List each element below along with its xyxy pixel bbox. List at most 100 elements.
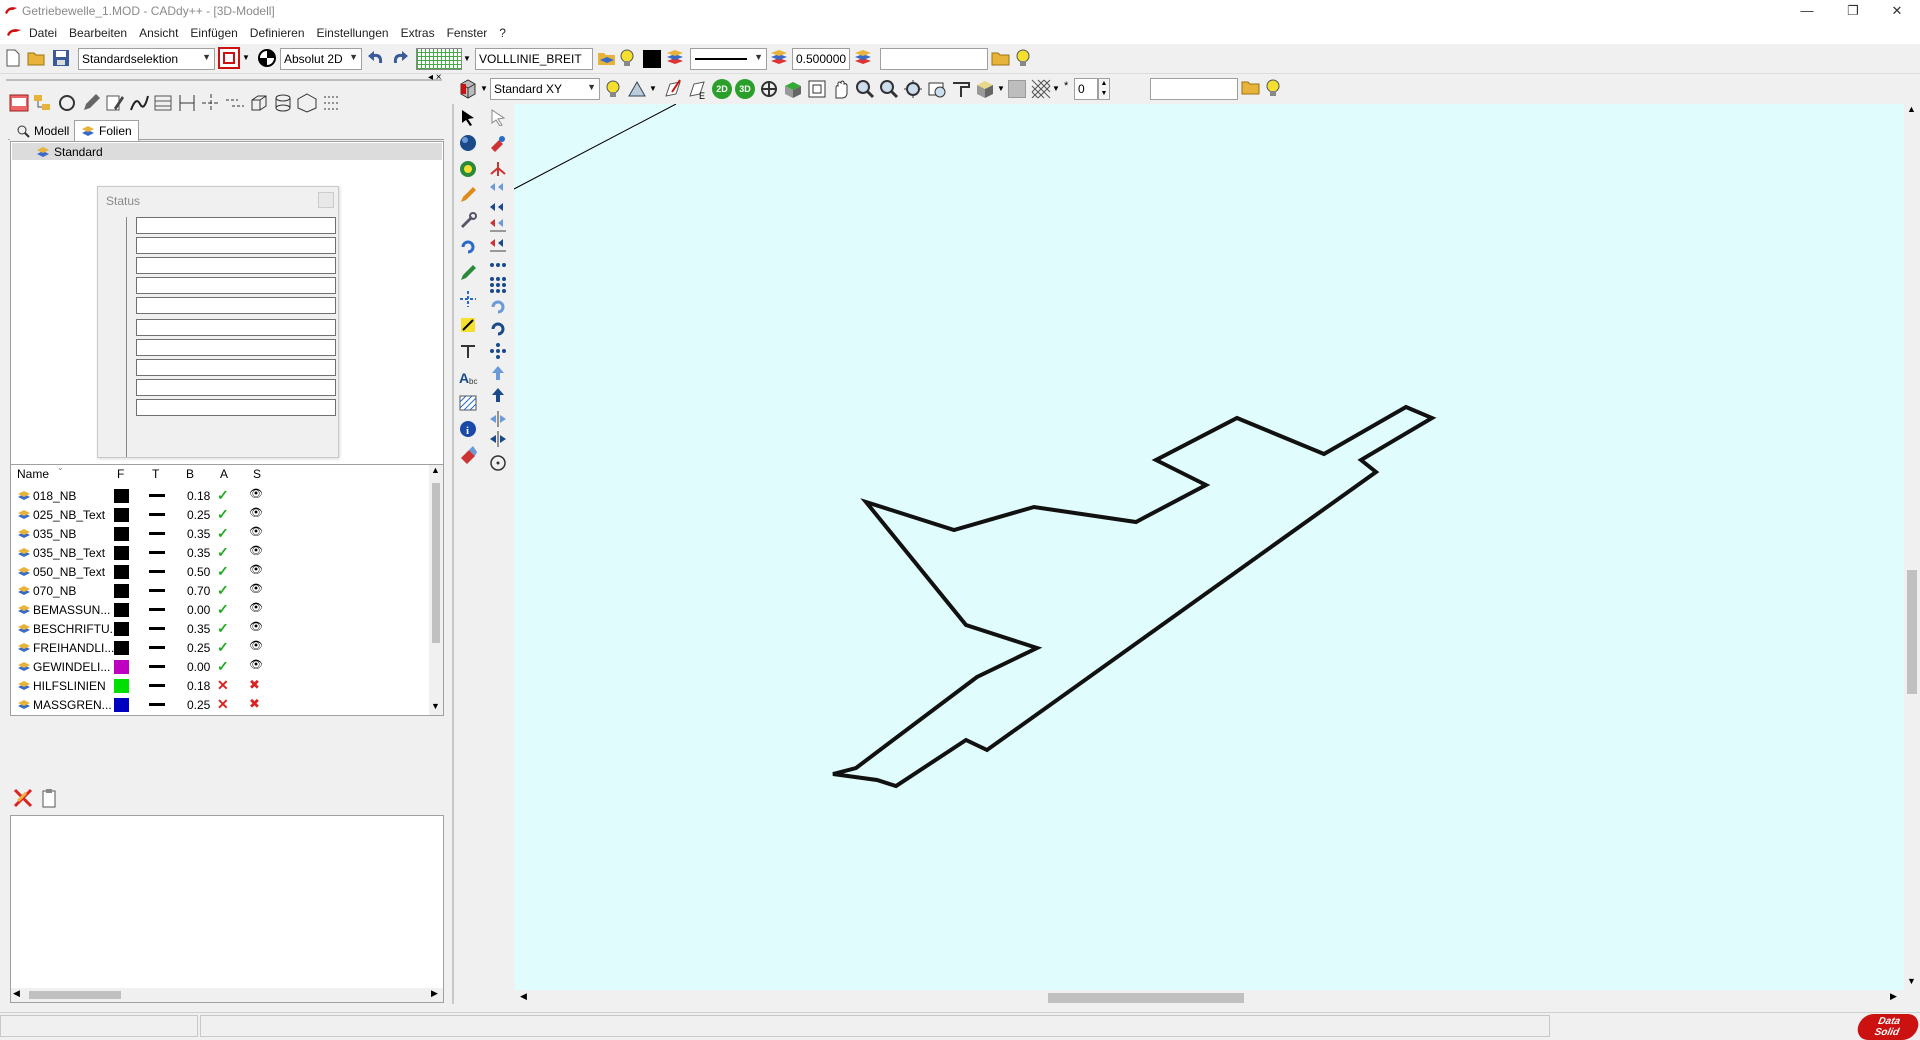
col-a-header[interactable]: A [220,467,228,481]
layer-width[interactable]: 0.70 [187,584,210,598]
restore-button[interactable]: ❐ [1830,0,1876,22]
mirror-copy-tool[interactable] [487,428,509,450]
panel-pin-icon[interactable]: ◂ × [428,72,442,83]
layer-linetype[interactable] [149,551,165,554]
col-t-header[interactable]: T [152,467,159,481]
layer-linetype[interactable] [149,589,165,592]
visible-eye-icon[interactable]: 👁 [249,525,263,538]
view-select[interactable]: Standard XY ▼ [490,78,600,100]
pencil-icon[interactable] [80,92,102,114]
layer-width[interactable]: 0.35 [187,527,210,541]
visible-eye-icon[interactable]: 👁 [249,582,263,595]
dimension-icon[interactable] [176,92,198,114]
color-swatch-button[interactable] [643,50,661,68]
pattern-dropdown-icon[interactable]: ▼ [1052,84,1060,93]
scale-copy-tool[interactable] [487,384,509,406]
menu-item[interactable]: Datei [23,22,63,40]
copy-transform-tool[interactable] [487,132,509,154]
scroll-down-icon[interactable]: ▼ [1907,976,1916,986]
layer-row[interactable]: HILFSLINIEN 0.18 ✕ ✖ [11,676,429,695]
linewidth-button[interactable] [768,47,790,69]
layer-color-swatch[interactable] [114,489,129,503]
layer-row[interactable]: 035_NB 0.35 ✓ 👁 [11,524,429,543]
new-file-button[interactable] [2,47,24,69]
col-name-header[interactable]: Name [17,467,49,481]
layer-row[interactable]: BEMASSUN... 0.00 ✓ 👁 [11,600,429,619]
line-width-field[interactable]: 0.500000 [792,48,850,70]
layer-stack-button[interactable] [664,47,686,69]
active-check-icon[interactable]: ✓ [217,658,229,675]
linetype-name-field[interactable]: VOLLLINIE_BREIT [475,48,593,70]
modify-tool[interactable] [457,210,479,232]
grid-button[interactable] [416,48,462,70]
hidden-eye-icon[interactable]: ✖ [249,715,260,716]
layer-row[interactable]: GEWINDELI... 0.00 ✓ 👁 [11,657,429,676]
drawing-canvas[interactable] [513,103,1904,990]
layer-row[interactable]: BESCHRIFTU... 0.35 ✓ 👁 [11,619,429,638]
layer-row[interactable]: MASSLINIEN0.35✕✖ [11,714,429,716]
sphere-tool[interactable] [457,132,479,154]
properties-hscroll[interactable]: ◀ ▶ [11,988,443,1002]
zoom-out-icon[interactable] [878,78,900,100]
layer-width[interactable]: 0.35 [187,622,210,636]
grid-dropdown-icon[interactable]: ▼ [463,54,471,63]
layer-linetype[interactable] [149,494,165,497]
inactive-cross-icon[interactable]: ✕ [217,696,229,713]
drawing-open-icon[interactable] [8,92,30,114]
offset-line-icon[interactable] [224,92,246,114]
layer-color-swatch[interactable] [114,546,129,560]
active-check-icon[interactable]: ✓ [217,563,229,580]
coordinate-origin-button[interactable] [256,47,278,69]
tab-folien[interactable]: Folien [74,120,139,141]
scroll-down-icon[interactable]: ▼ [431,701,440,711]
scroll-up-icon[interactable]: ▲ [1907,104,1916,114]
scroll-right-icon[interactable]: ▶ [1890,991,1897,1002]
eraser-tool[interactable] [457,444,479,466]
layer-linetype[interactable] [149,513,165,516]
layer-width[interactable]: 0.50 [187,565,210,579]
layer-color-swatch[interactable] [114,584,129,598]
layer-width[interactable]: 0.25 [187,641,210,655]
layer-row[interactable]: 035_NB_Text 0.35 ✓ 👁 [11,543,429,562]
menu-item[interactable]: ? [493,22,512,40]
pan-hand-icon[interactable] [830,78,852,100]
shading-icon[interactable] [974,78,996,100]
delete-layer-icon[interactable] [12,787,34,809]
folder-icon[interactable] [1241,78,1263,98]
view-options-dropdown-icon[interactable]: ▼ [649,84,657,93]
active-check-icon[interactable]: ✓ [217,639,229,656]
visible-eye-icon[interactable]: 👁 [249,658,263,671]
selection-mode-select[interactable]: Standardselektion ▼ [78,48,215,70]
layer-row[interactable]: MASSGREN... 0.25 ✕ ✖ [11,695,429,714]
active-check-icon[interactable]: ✓ [217,506,229,523]
cylinder-3d-icon[interactable] [272,92,294,114]
view-2d-button[interactable]: 2D [712,79,732,99]
layer-color-swatch[interactable] [114,641,129,655]
search-field-1[interactable] [880,48,988,70]
select-transform-tool[interactable] [487,106,509,128]
scroll-left-icon[interactable]: ◀ [13,988,20,999]
lightbulb-button[interactable] [1012,47,1034,69]
menu-item[interactable]: Einstellungen [311,22,395,40]
tree-item-standard[interactable]: Standard [12,143,442,160]
redo-button[interactable] [389,47,411,69]
scroll-thumb[interactable] [432,483,440,643]
array-polar-tool[interactable] [487,340,509,362]
hatch-icon[interactable] [152,92,174,114]
layer-row[interactable]: 018_NB 0.18 ✓ 👁 [11,486,429,505]
layer-folder-button[interactable] [596,47,618,69]
linestyle-select[interactable]: ▼ [690,48,767,70]
tab-modell[interactable]: Modell [10,121,76,141]
rotate-view-icon[interactable] [758,78,780,100]
select-tool[interactable] [457,106,479,128]
move-tool[interactable] [487,176,509,198]
circle-point-tool[interactable] [487,452,509,474]
centerline-tool[interactable] [457,288,479,310]
view-options-icon[interactable] [626,78,648,100]
rotate-copy-tool[interactable] [487,296,509,318]
active-check-icon[interactable]: ✓ [217,582,229,599]
visible-eye-icon[interactable]: 👁 [249,487,263,500]
save-button[interactable] [50,47,72,69]
status-dialog-close-button[interactable] [318,192,334,208]
layer-width[interactable]: 0.25 [187,698,210,712]
